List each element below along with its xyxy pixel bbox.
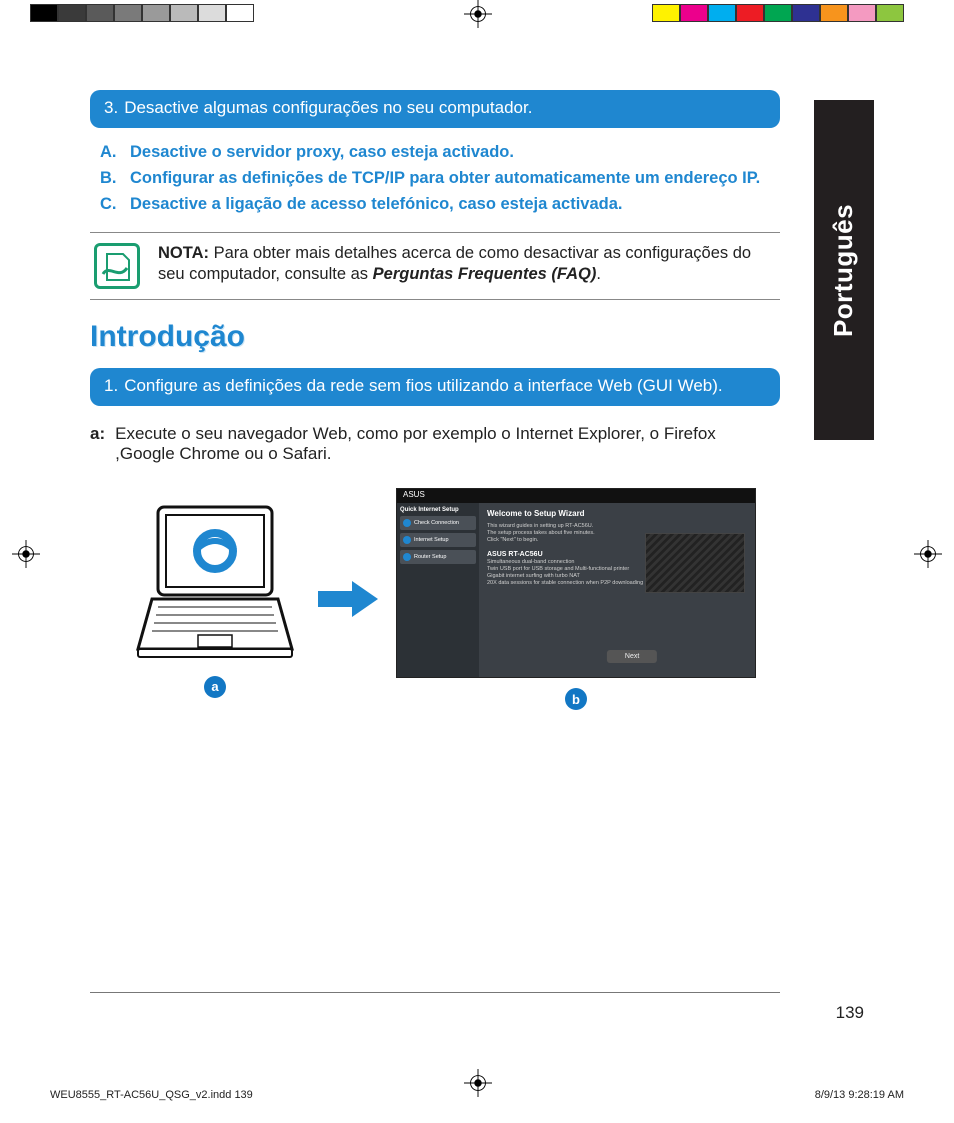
registration-mark-icon — [914, 540, 942, 568]
printer-color-bar — [652, 4, 904, 22]
step-1-number: 1. — [104, 376, 118, 396]
section-title: Introdução — [90, 320, 780, 354]
note-icon — [94, 243, 140, 289]
registration-mark-icon — [12, 540, 40, 568]
badge-label: a — [211, 679, 218, 694]
step-a: a: Execute o seu navegador Web, como por… — [90, 424, 780, 464]
dot-icon — [403, 519, 411, 527]
language-tab: Português — [814, 100, 874, 440]
registration-mark-icon — [464, 0, 492, 28]
sub-step-c: C. Desactive a ligação de acesso telefón… — [90, 192, 780, 218]
note-label: NOTA: — [158, 244, 209, 262]
wizard-next-button: Next — [607, 650, 657, 663]
dot-icon — [403, 553, 411, 561]
step-a-text: Execute o seu navegador Web, como por ex… — [115, 424, 780, 464]
note-faq: Perguntas Frequentes (FAQ) — [373, 265, 597, 283]
note-text: NOTA: Para obter mais detalhes acerca de… — [158, 243, 776, 289]
wizard-nav-label: Internet Setup — [414, 537, 449, 543]
wizard-nav-label: Check Connection — [414, 520, 459, 526]
sub-step-text: Desactive a ligação de acesso telefónico… — [130, 195, 780, 214]
sub-step-text: Desactive o servidor proxy, caso esteja … — [130, 143, 780, 162]
step-3-text: Desactive algumas configurações no seu c… — [124, 98, 532, 118]
sub-step-a: A. Desactive o servidor proxy, caso este… — [90, 140, 780, 166]
badge-label: b — [572, 692, 580, 707]
setup-wizard-screenshot: ASUS Quick Internet Setup Check Connecti… — [396, 488, 756, 678]
footer-rule — [90, 992, 780, 993]
laptop-icon — [130, 501, 300, 666]
badge-b: b — [565, 688, 587, 710]
wizard-line: This wizard guides in setting up RT-AC56… — [487, 523, 747, 529]
sub-step-b: B. Configurar as definições de TCP/IP pa… — [90, 166, 780, 192]
print-slug: WEU8555_RT-AC56U_QSG_v2.indd 139 8/9/13 … — [50, 1089, 904, 1101]
wizard-nav-label: Router Setup — [414, 554, 446, 560]
sub-step-list: A. Desactive o servidor proxy, caso este… — [90, 140, 780, 218]
dot-icon — [403, 536, 411, 544]
wizard-main: Welcome to Setup Wizard This wizard guid… — [479, 503, 755, 677]
note-body-after: . — [596, 265, 601, 283]
wizard-nav-head: Quick Internet Setup — [400, 507, 476, 513]
step-3-bubble: 3. Desactive algumas configurações no se… — [90, 90, 780, 128]
language-tab-label: Português — [829, 203, 860, 336]
page-number: 139 — [174, 1003, 864, 1023]
wizard-nav-item: Router Setup — [400, 550, 476, 564]
step-a-label: a: — [90, 424, 105, 464]
arrow-icon — [318, 579, 378, 619]
wizard-nav-item: Internet Setup — [400, 533, 476, 547]
wizard-title: Welcome to Setup Wizard — [487, 509, 747, 518]
slug-file: WEU8555_RT-AC56U_QSG_v2.indd 139 — [50, 1089, 253, 1101]
wizard-brand: ASUS — [397, 489, 755, 503]
step-1-text: Configure as definições da rede sem fios… — [124, 376, 722, 396]
sub-step-letter: C. — [100, 195, 120, 214]
step-1-bubble: 1. Configure as definições da rede sem f… — [90, 368, 780, 406]
slug-date: 8/9/13 9:28:19 AM — [815, 1089, 904, 1101]
wizard-nav-item: Check Connection — [400, 516, 476, 530]
badge-a: a — [204, 676, 226, 698]
printer-gray-bar — [30, 4, 260, 24]
router-image — [645, 533, 745, 593]
illustration-row: a ASUS Quick Internet Setup Check Connec… — [130, 488, 780, 710]
sub-step-letter: B. — [100, 169, 120, 188]
step-3-number: 3. — [104, 98, 118, 118]
sub-step-text: Configurar as definições de TCP/IP para … — [130, 169, 780, 188]
note-box: NOTA: Para obter mais detalhes acerca de… — [90, 232, 780, 300]
wizard-nav: Quick Internet Setup Check Connection In… — [397, 503, 479, 677]
sub-step-letter: A. — [100, 143, 120, 162]
